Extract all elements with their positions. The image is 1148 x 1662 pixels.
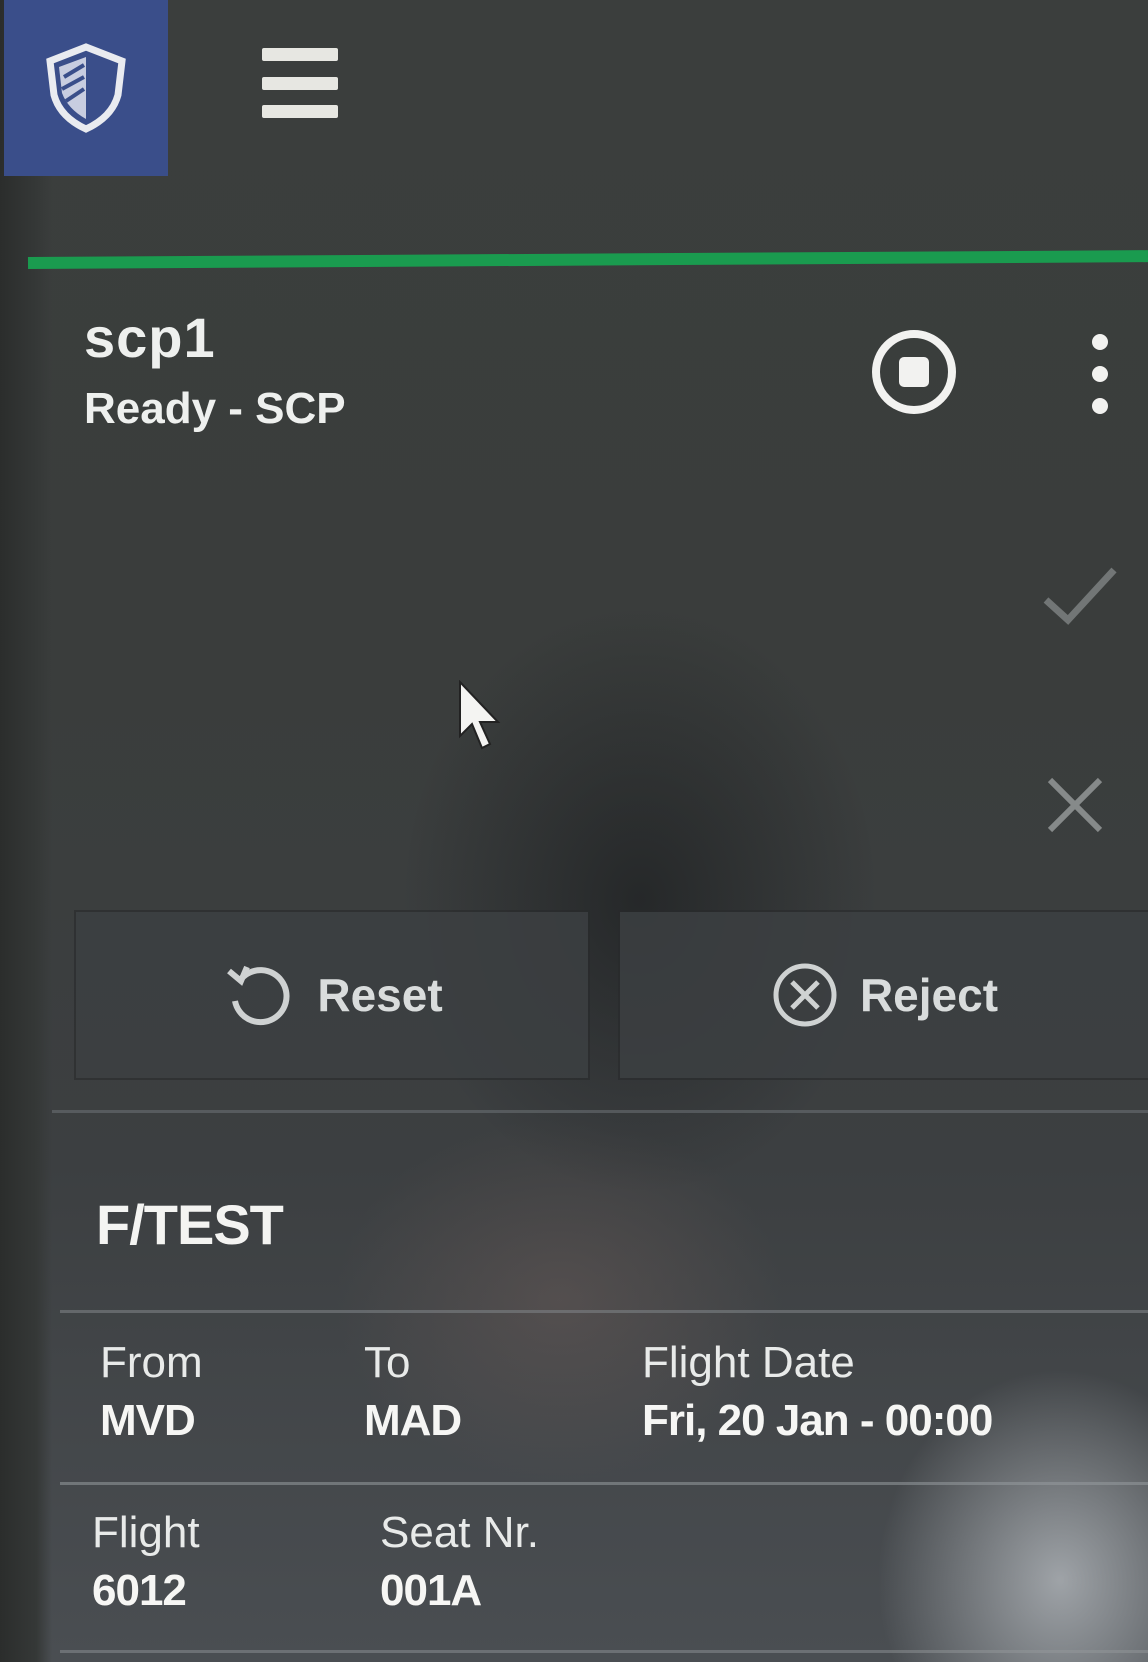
station-status: Ready - SCP xyxy=(84,384,346,433)
mouse-cursor-icon xyxy=(456,679,506,760)
flight-date-label: Flight Date xyxy=(642,1338,855,1387)
divider xyxy=(52,1110,1148,1113)
divider xyxy=(60,1650,1148,1653)
reject-button[interactable]: Reject xyxy=(620,912,1148,1078)
hamburger-menu-icon[interactable] xyxy=(262,48,338,118)
reject-label: Reject xyxy=(859,969,999,1021)
reset-label: Reset xyxy=(317,969,443,1021)
reject-circle-icon xyxy=(773,963,837,1027)
from-value: MVD xyxy=(100,1396,196,1445)
station-name: scp1 xyxy=(84,306,216,369)
to-label: To xyxy=(364,1338,411,1387)
from-field: From MVD xyxy=(100,1338,203,1446)
screen-bezel xyxy=(0,0,52,1662)
seat-field: Seat Nr. 001A xyxy=(380,1508,539,1616)
menu-bar xyxy=(262,105,338,118)
flight-label: Flight xyxy=(92,1508,200,1557)
stop-circle-icon[interactable] xyxy=(872,330,956,414)
flight-date-value: Fri, 20 Jan - 00:00 xyxy=(642,1396,993,1445)
app-logo[interactable] xyxy=(4,0,168,176)
reset-icon xyxy=(227,965,290,1026)
menu-bar xyxy=(262,48,338,61)
to-field: To MAD xyxy=(364,1338,462,1446)
action-bar: Reset Reject xyxy=(76,912,1148,1078)
kebab-dot xyxy=(1092,366,1108,382)
to-value: MAD xyxy=(364,1396,462,1445)
check-icon[interactable] xyxy=(1040,560,1120,630)
stop-square xyxy=(899,357,929,387)
from-label: From xyxy=(100,1338,203,1387)
divider xyxy=(60,1310,1148,1313)
flight-field: Flight 6012 xyxy=(92,1508,200,1616)
divider xyxy=(60,1482,1148,1485)
kebab-dot xyxy=(1092,334,1108,350)
passenger-name: F/TEST xyxy=(96,1193,284,1256)
flight-value: 6012 xyxy=(92,1566,187,1615)
more-vertical-icon[interactable] xyxy=(1086,334,1114,414)
scan-preview-area xyxy=(60,470,1148,870)
reset-button[interactable]: Reset xyxy=(76,912,588,1078)
close-icon[interactable] xyxy=(1040,770,1110,840)
kebab-dot xyxy=(1092,398,1108,414)
flight-date-field: Flight Date Fri, 20 Jan - 00:00 xyxy=(642,1338,993,1446)
shield-icon xyxy=(46,43,126,133)
menu-bar xyxy=(262,76,338,90)
seat-value: 001A xyxy=(380,1566,482,1615)
seat-label: Seat Nr. xyxy=(380,1508,539,1557)
